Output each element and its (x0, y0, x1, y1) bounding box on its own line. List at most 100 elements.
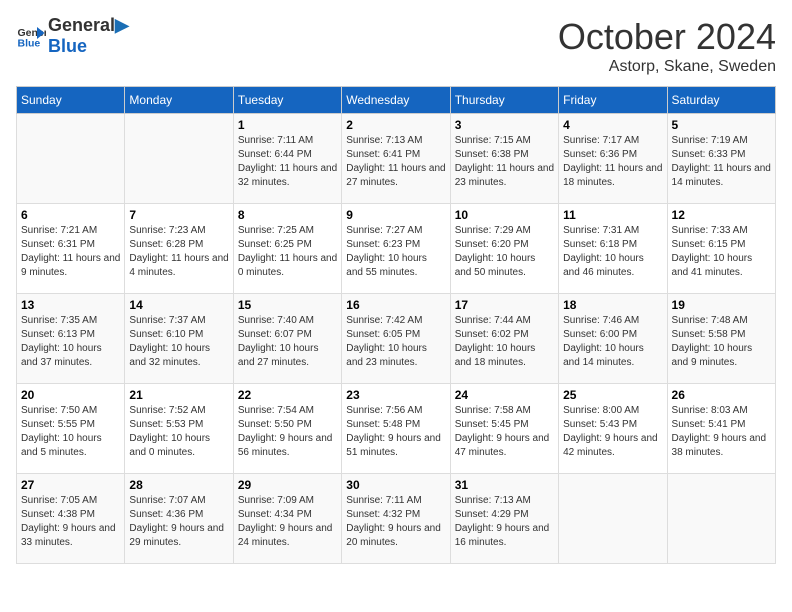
daylight-text: Daylight: 11 hours and 0 minutes. (238, 253, 337, 278)
day-info: Sunrise: 7:52 AM Sunset: 5:53 PM Dayligh… (129, 404, 228, 460)
day-number: 18 (563, 298, 662, 312)
daylight-text: Daylight: 11 hours and 18 minutes. (563, 163, 662, 188)
day-number: 3 (455, 118, 554, 132)
calendar-cell: 20 Sunrise: 7:50 AM Sunset: 5:55 PM Dayl… (17, 384, 125, 474)
daylight-text: Daylight: 11 hours and 9 minutes. (21, 253, 120, 278)
daylight-text: Daylight: 10 hours and 18 minutes. (455, 343, 536, 368)
day-number: 25 (563, 388, 662, 402)
sunset-text: Sunset: 6:05 PM (346, 329, 420, 340)
sunrise-text: Sunrise: 7:17 AM (563, 135, 639, 146)
week-row: 6 Sunrise: 7:21 AM Sunset: 6:31 PM Dayli… (17, 204, 776, 294)
calendar-cell (559, 474, 667, 564)
sunrise-text: Sunrise: 7:11 AM (346, 495, 421, 506)
calendar-cell: 18 Sunrise: 7:46 AM Sunset: 6:00 PM Dayl… (559, 294, 667, 384)
sunrise-text: Sunrise: 8:03 AM (672, 405, 748, 416)
sunrise-text: Sunrise: 7:11 AM (238, 135, 313, 146)
calendar-cell: 1 Sunrise: 7:11 AM Sunset: 6:44 PM Dayli… (233, 114, 341, 204)
weekday-header: Wednesday (342, 87, 450, 114)
daylight-text: Daylight: 10 hours and 32 minutes. (129, 343, 210, 368)
day-info: Sunrise: 7:50 AM Sunset: 5:55 PM Dayligh… (21, 404, 120, 460)
day-number: 30 (346, 478, 445, 492)
week-row: 13 Sunrise: 7:35 AM Sunset: 6:13 PM Dayl… (17, 294, 776, 384)
day-info: Sunrise: 8:00 AM Sunset: 5:43 PM Dayligh… (563, 404, 662, 460)
day-number: 11 (563, 208, 662, 222)
sunset-text: Sunset: 4:38 PM (21, 509, 95, 520)
day-info: Sunrise: 7:11 AM Sunset: 4:32 PM Dayligh… (346, 494, 445, 550)
calendar-cell (17, 114, 125, 204)
calendar-header: SundayMondayTuesdayWednesdayThursdayFrid… (17, 87, 776, 114)
sunrise-text: Sunrise: 7:46 AM (563, 315, 639, 326)
daylight-text: Daylight: 10 hours and 37 minutes. (21, 343, 102, 368)
calendar-cell: 15 Sunrise: 7:40 AM Sunset: 6:07 PM Dayl… (233, 294, 341, 384)
sunset-text: Sunset: 4:36 PM (129, 509, 203, 520)
location-subtitle: Astorp, Skane, Sweden (558, 58, 776, 76)
sunrise-text: Sunrise: 7:13 AM (346, 135, 422, 146)
daylight-text: Daylight: 9 hours and 51 minutes. (346, 433, 441, 458)
sunrise-text: Sunrise: 7:33 AM (672, 225, 748, 236)
sunset-text: Sunset: 4:29 PM (455, 509, 529, 520)
week-row: 1 Sunrise: 7:11 AM Sunset: 6:44 PM Dayli… (17, 114, 776, 204)
day-info: Sunrise: 7:42 AM Sunset: 6:05 PM Dayligh… (346, 314, 445, 370)
sunset-text: Sunset: 6:28 PM (129, 239, 203, 250)
page-header: General Blue General▶ Blue October 2024 … (16, 16, 776, 76)
daylight-text: Daylight: 10 hours and 14 minutes. (563, 343, 644, 368)
day-number: 10 (455, 208, 554, 222)
calendar-cell: 4 Sunrise: 7:17 AM Sunset: 6:36 PM Dayli… (559, 114, 667, 204)
sunrise-text: Sunrise: 7:13 AM (455, 495, 531, 506)
sunrise-text: Sunrise: 7:15 AM (455, 135, 531, 146)
sunrise-text: Sunrise: 7:58 AM (455, 405, 531, 416)
calendar-cell: 11 Sunrise: 7:31 AM Sunset: 6:18 PM Dayl… (559, 204, 667, 294)
day-info: Sunrise: 7:11 AM Sunset: 6:44 PM Dayligh… (238, 134, 337, 190)
daylight-text: Daylight: 9 hours and 24 minutes. (238, 523, 333, 548)
calendar-cell: 16 Sunrise: 7:42 AM Sunset: 6:05 PM Dayl… (342, 294, 450, 384)
sunset-text: Sunset: 6:44 PM (238, 149, 312, 160)
sunset-text: Sunset: 6:25 PM (238, 239, 312, 250)
sunset-text: Sunset: 6:13 PM (21, 329, 95, 340)
sunrise-text: Sunrise: 7:56 AM (346, 405, 422, 416)
sunset-text: Sunset: 5:50 PM (238, 419, 312, 430)
day-number: 14 (129, 298, 228, 312)
daylight-text: Daylight: 10 hours and 9 minutes. (672, 343, 753, 368)
sunrise-text: Sunrise: 7:44 AM (455, 315, 531, 326)
day-number: 12 (672, 208, 771, 222)
calendar-cell: 8 Sunrise: 7:25 AM Sunset: 6:25 PM Dayli… (233, 204, 341, 294)
weekday-header: Sunday (17, 87, 125, 114)
day-number: 28 (129, 478, 228, 492)
day-info: Sunrise: 7:35 AM Sunset: 6:13 PM Dayligh… (21, 314, 120, 370)
sunrise-text: Sunrise: 7:40 AM (238, 315, 314, 326)
day-number: 7 (129, 208, 228, 222)
calendar-table: SundayMondayTuesdayWednesdayThursdayFrid… (16, 86, 776, 564)
daylight-text: Daylight: 10 hours and 0 minutes. (129, 433, 210, 458)
calendar-cell: 3 Sunrise: 7:15 AM Sunset: 6:38 PM Dayli… (450, 114, 558, 204)
day-info: Sunrise: 7:13 AM Sunset: 4:29 PM Dayligh… (455, 494, 554, 550)
day-number: 2 (346, 118, 445, 132)
sunset-text: Sunset: 6:33 PM (672, 149, 746, 160)
day-info: Sunrise: 8:03 AM Sunset: 5:41 PM Dayligh… (672, 404, 771, 460)
daylight-text: Daylight: 11 hours and 23 minutes. (455, 163, 554, 188)
day-info: Sunrise: 7:46 AM Sunset: 6:00 PM Dayligh… (563, 314, 662, 370)
day-number: 4 (563, 118, 662, 132)
weekday-header: Monday (125, 87, 233, 114)
week-row: 27 Sunrise: 7:05 AM Sunset: 4:38 PM Dayl… (17, 474, 776, 564)
daylight-text: Daylight: 10 hours and 46 minutes. (563, 253, 644, 278)
day-number: 9 (346, 208, 445, 222)
sunset-text: Sunset: 6:38 PM (455, 149, 529, 160)
daylight-text: Daylight: 10 hours and 23 minutes. (346, 343, 427, 368)
calendar-cell: 26 Sunrise: 8:03 AM Sunset: 5:41 PM Dayl… (667, 384, 775, 474)
sunset-text: Sunset: 6:07 PM (238, 329, 312, 340)
day-info: Sunrise: 7:40 AM Sunset: 6:07 PM Dayligh… (238, 314, 337, 370)
day-info: Sunrise: 7:07 AM Sunset: 4:36 PM Dayligh… (129, 494, 228, 550)
day-number: 23 (346, 388, 445, 402)
sunset-text: Sunset: 5:53 PM (129, 419, 203, 430)
sunset-text: Sunset: 6:23 PM (346, 239, 420, 250)
day-number: 24 (455, 388, 554, 402)
day-info: Sunrise: 7:25 AM Sunset: 6:25 PM Dayligh… (238, 224, 337, 280)
sunset-text: Sunset: 5:58 PM (672, 329, 746, 340)
sunrise-text: Sunrise: 7:31 AM (563, 225, 639, 236)
day-info: Sunrise: 7:09 AM Sunset: 4:34 PM Dayligh… (238, 494, 337, 550)
sunrise-text: Sunrise: 7:29 AM (455, 225, 531, 236)
sunrise-text: Sunrise: 8:00 AM (563, 405, 639, 416)
calendar-cell: 22 Sunrise: 7:54 AM Sunset: 5:50 PM Dayl… (233, 384, 341, 474)
logo-icon: General Blue (16, 21, 46, 51)
day-info: Sunrise: 7:48 AM Sunset: 5:58 PM Dayligh… (672, 314, 771, 370)
